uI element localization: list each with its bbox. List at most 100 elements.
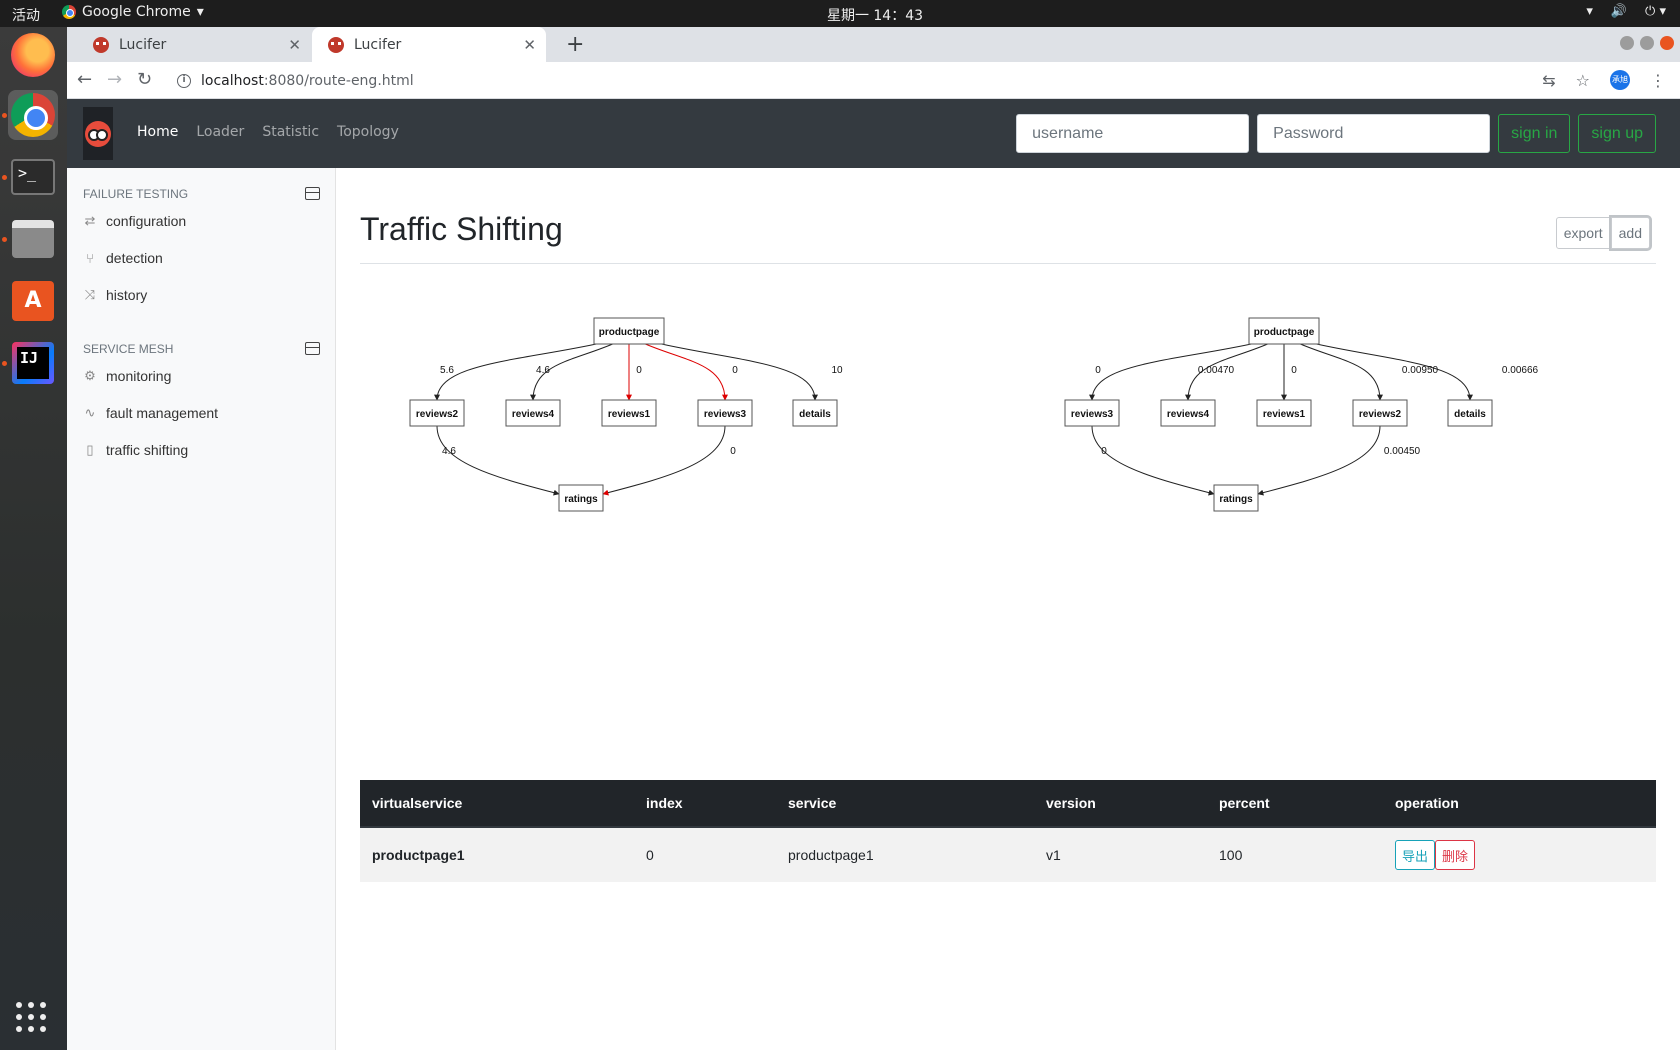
sign-in-button[interactable]: sign in <box>1498 114 1571 153</box>
edge-label: 0.00450 <box>1384 446 1421 457</box>
col-index[interactable]: index <box>634 780 776 828</box>
collapse-toggle-icon[interactable] <box>305 342 320 355</box>
dock-files[interactable] <box>8 214 58 264</box>
power-icon[interactable]: ⏻ ▾ <box>1645 4 1666 19</box>
sidebar-item-label: history <box>106 287 148 303</box>
graph-edge <box>434 342 602 401</box>
node-label: details <box>1454 409 1486 420</box>
running-indicator <box>2 175 7 180</box>
page-title: Traffic Shifting <box>360 211 563 247</box>
row-export-button[interactable]: 导出 <box>1395 840 1436 870</box>
node-label: productpage <box>599 327 660 338</box>
info-icon[interactable]: i <box>177 73 191 88</box>
volume-icon[interactable]: 🔊 <box>1611 4 1627 19</box>
sidebar-item-configuration[interactable]: ⇄ configuration <box>83 213 187 229</box>
password-input[interactable] <box>1257 114 1491 153</box>
maximize-button[interactable] <box>1640 36 1654 50</box>
col-operation[interactable]: operation <box>1383 780 1656 828</box>
node-label: reviews4 <box>1167 409 1210 420</box>
col-percent[interactable]: percent <box>1207 780 1383 828</box>
node-label: details <box>799 409 831 420</box>
nav-statistic[interactable]: Statistic <box>262 124 319 140</box>
caret-down-icon[interactable]: ▾ <box>1586 4 1593 19</box>
col-service[interactable]: service <box>776 780 1034 828</box>
add-button[interactable]: add <box>1610 217 1650 249</box>
sidebar-item-label: detection <box>106 250 163 266</box>
edge-label: 0.00470 <box>1198 365 1235 376</box>
node-label: ratings <box>564 494 598 505</box>
table-header-row: virtualservice index service version per… <box>360 780 1656 828</box>
node-label: reviews1 <box>608 409 651 420</box>
clock[interactable]: 星期一 14：43 <box>0 5 1680 25</box>
firefox-icon <box>11 33 55 77</box>
tab-active[interactable]: Lucifer ✕ <box>312 27 546 62</box>
back-arrow-icon[interactable]: ← <box>77 69 92 90</box>
edge-label: 5.6 <box>440 365 454 376</box>
translate-icon[interactable]: ⇆ <box>1542 71 1555 90</box>
show-apps-grid-icon[interactable] <box>16 1002 46 1032</box>
sidebar-heading-service-mesh: SERVICE MESH <box>83 342 174 356</box>
sidebar-item-fault-management[interactable]: ∿ fault management <box>83 405 219 421</box>
close-window-button[interactable] <box>1660 36 1674 50</box>
edge-label: 0 <box>732 365 738 376</box>
edge-label: 4.6 <box>442 446 456 457</box>
export-button[interactable]: export <box>1555 217 1611 249</box>
close-tab-icon[interactable]: ✕ <box>288 36 301 54</box>
sidebar-item-label: fault management <box>106 405 219 421</box>
profile-avatar[interactable]: 承旭 <box>1610 70 1630 90</box>
dock-chrome[interactable] <box>8 90 58 140</box>
nav-topology[interactable]: Topology <box>337 124 399 140</box>
os-top-bar: 活动 Google Chrome ▾ 星期一 14：43 ▾ 🔊 ⏻ ▾ <box>0 0 1680 27</box>
address-bar[interactable]: i localhost:8080/route-eng.html <box>177 67 1577 94</box>
close-tab-icon[interactable]: ✕ <box>523 36 536 54</box>
node-label: reviews1 <box>1263 409 1306 420</box>
sidebar-item-history[interactable]: ⤨ history <box>83 287 147 303</box>
dock-software[interactable]: A <box>8 276 58 326</box>
traffic-graph-1: 5.6 4.6 0 0 10 4.6 0 productpage reviews2 reviews… <box>409 317 843 512</box>
sidebar-heading-failure-testing: FAILURE TESTING <box>83 187 189 201</box>
dock-terminal[interactable]: >_ <box>8 152 58 202</box>
tab-title: Lucifer <box>354 36 402 53</box>
col-version[interactable]: version <box>1034 780 1207 828</box>
owl-logo-icon <box>85 120 111 147</box>
dock-firefox[interactable] <box>8 30 58 80</box>
forward-arrow-icon[interactable]: → <box>107 69 122 90</box>
row-delete-button[interactable]: 删除 <box>1435 840 1476 870</box>
shuffle-icon: ⤨ <box>84 287 96 302</box>
kebab-menu-icon[interactable]: ⋮ <box>1650 71 1666 90</box>
terminal-icon: >_ <box>11 159 55 195</box>
sidebar-item-detection[interactable]: ⑂ detection <box>83 250 163 266</box>
node-label: reviews3 <box>704 409 747 420</box>
graph-edge <box>602 425 726 496</box>
col-virtualservice[interactable]: virtualservice <box>360 780 634 828</box>
minimize-button[interactable] <box>1620 36 1634 50</box>
running-indicator <box>2 361 7 366</box>
edge-label: 0 <box>636 365 642 376</box>
username-input[interactable] <box>1016 114 1250 153</box>
sidebar-item-label: monitoring <box>106 368 172 384</box>
title-actions: export add <box>1555 217 1650 249</box>
star-icon[interactable]: ☆ <box>1576 71 1590 90</box>
repeat-icon: ⇄ <box>84 213 96 228</box>
nav-home[interactable]: Home <box>137 124 178 140</box>
nav-loader[interactable]: Loader <box>196 124 244 140</box>
running-indicator <box>2 113 7 118</box>
sidebar-item-label: configuration <box>106 213 187 229</box>
new-tab-button[interactable]: + <box>566 32 584 57</box>
sidebar-item-monitoring[interactable]: ⚙ monitoring <box>83 368 171 384</box>
software-store-icon: A <box>12 281 54 321</box>
brand-logo[interactable] <box>83 107 113 160</box>
dock-intellij[interactable]: IJ <box>8 338 58 388</box>
system-tray[interactable]: ▾ 🔊 ⏻ ▾ <box>1586 4 1666 19</box>
sidebar-item-traffic-shifting[interactable]: ▯ traffic shifting <box>83 442 188 458</box>
url-host: localhost <box>201 72 264 89</box>
file-icon: ▯ <box>86 442 94 457</box>
tab-inactive[interactable]: Lucifer ✕ <box>77 27 311 62</box>
edge-label: 0 <box>1095 365 1101 376</box>
sign-up-button[interactable]: sign up <box>1578 114 1656 153</box>
top-navbar: Home Loader Statistic Topology sign in s… <box>67 99 1680 168</box>
reload-icon[interactable]: ↻ <box>137 69 152 90</box>
collapse-toggle-icon[interactable] <box>305 187 320 200</box>
table-row: productpage1 0 productpage1 v1 100 导出 删除 <box>360 827 1656 882</box>
cell-percent: 100 <box>1207 827 1383 882</box>
